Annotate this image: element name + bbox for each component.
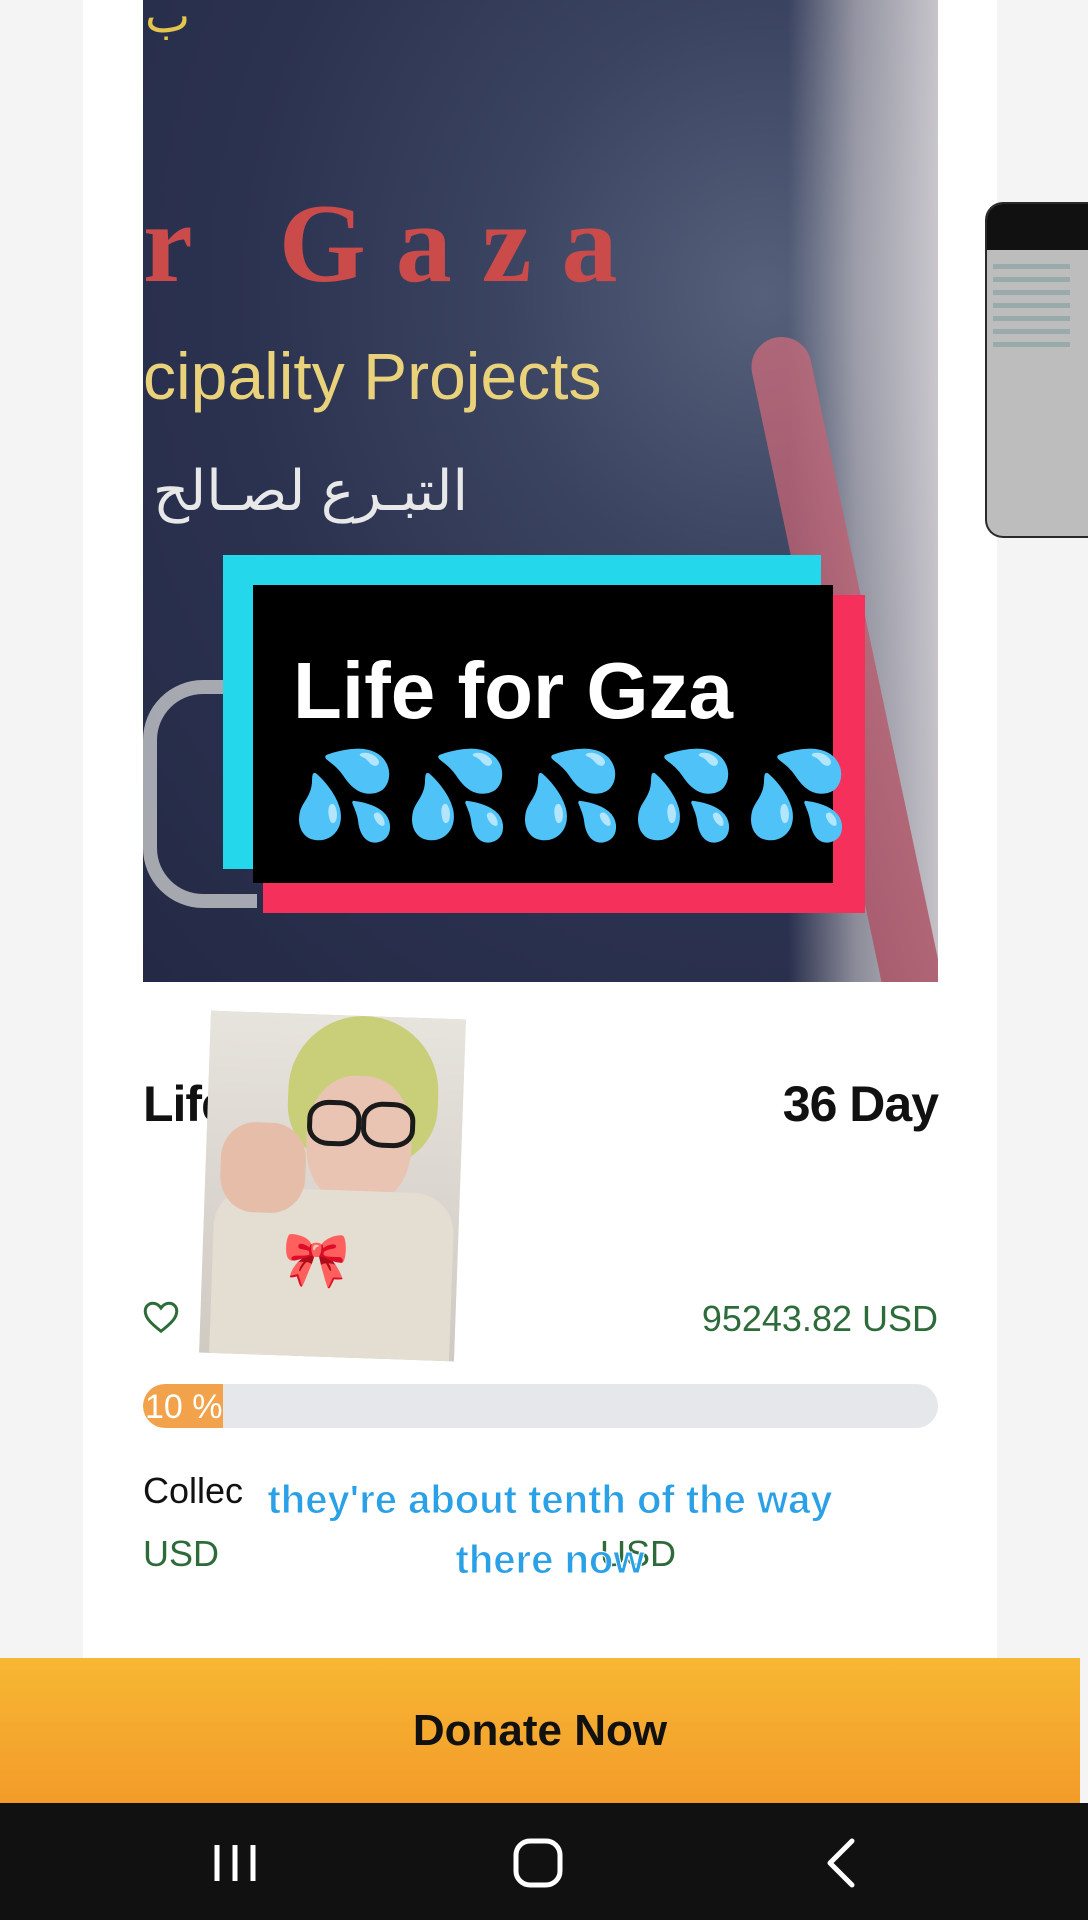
title-sticker: Life for Gza 💦💦💦💦💦	[223, 555, 865, 913]
hero-arabic-top-text: ب	[145, 0, 191, 43]
back-icon	[827, 1838, 855, 1888]
hero-gaza-text: r Gaza	[143, 182, 648, 306]
hero-projects-text: cipality Projects	[143, 339, 602, 413]
progress-percent-label: 10 %	[145, 1388, 223, 1426]
thumbnail-header	[987, 204, 1088, 250]
home-icon	[513, 1838, 563, 1888]
amount-raised: 95243.82 USD	[701, 1298, 938, 1339]
sticker-title: Life for Gza	[293, 646, 734, 735]
days-left: 36 Day	[782, 1076, 939, 1132]
home-button[interactable]	[478, 1803, 598, 1920]
creator-video-overlay: 🎀	[199, 1010, 466, 1362]
thumbnail-content	[987, 250, 1088, 361]
creator-hand	[219, 1121, 308, 1215]
recents-icon	[214, 1845, 256, 1881]
heart-icon[interactable]	[143, 1300, 179, 1334]
caption-line-2: there now	[455, 1538, 645, 1583]
hello-kitty-print: 🎀	[281, 1229, 351, 1292]
back-button[interactable]	[782, 1803, 902, 1920]
video-caption: they're about tenth of the way there now	[200, 1470, 900, 1590]
donate-now-button[interactable]: Donate Now	[0, 1658, 1080, 1803]
android-nav-bar	[0, 1803, 1088, 1920]
phone-screen-thumbnail	[985, 202, 1088, 538]
donation-progress-bar: 10 %	[143, 1384, 938, 1428]
sweat-droplets-emoji: 💦💦💦💦💦	[291, 748, 857, 844]
creator-glasses	[306, 1099, 418, 1149]
caption-line-1: they're about tenth of the way	[267, 1478, 833, 1523]
recents-button[interactable]	[175, 1803, 295, 1920]
hero-arabic-text: التبـرع لصـالح	[153, 459, 468, 522]
